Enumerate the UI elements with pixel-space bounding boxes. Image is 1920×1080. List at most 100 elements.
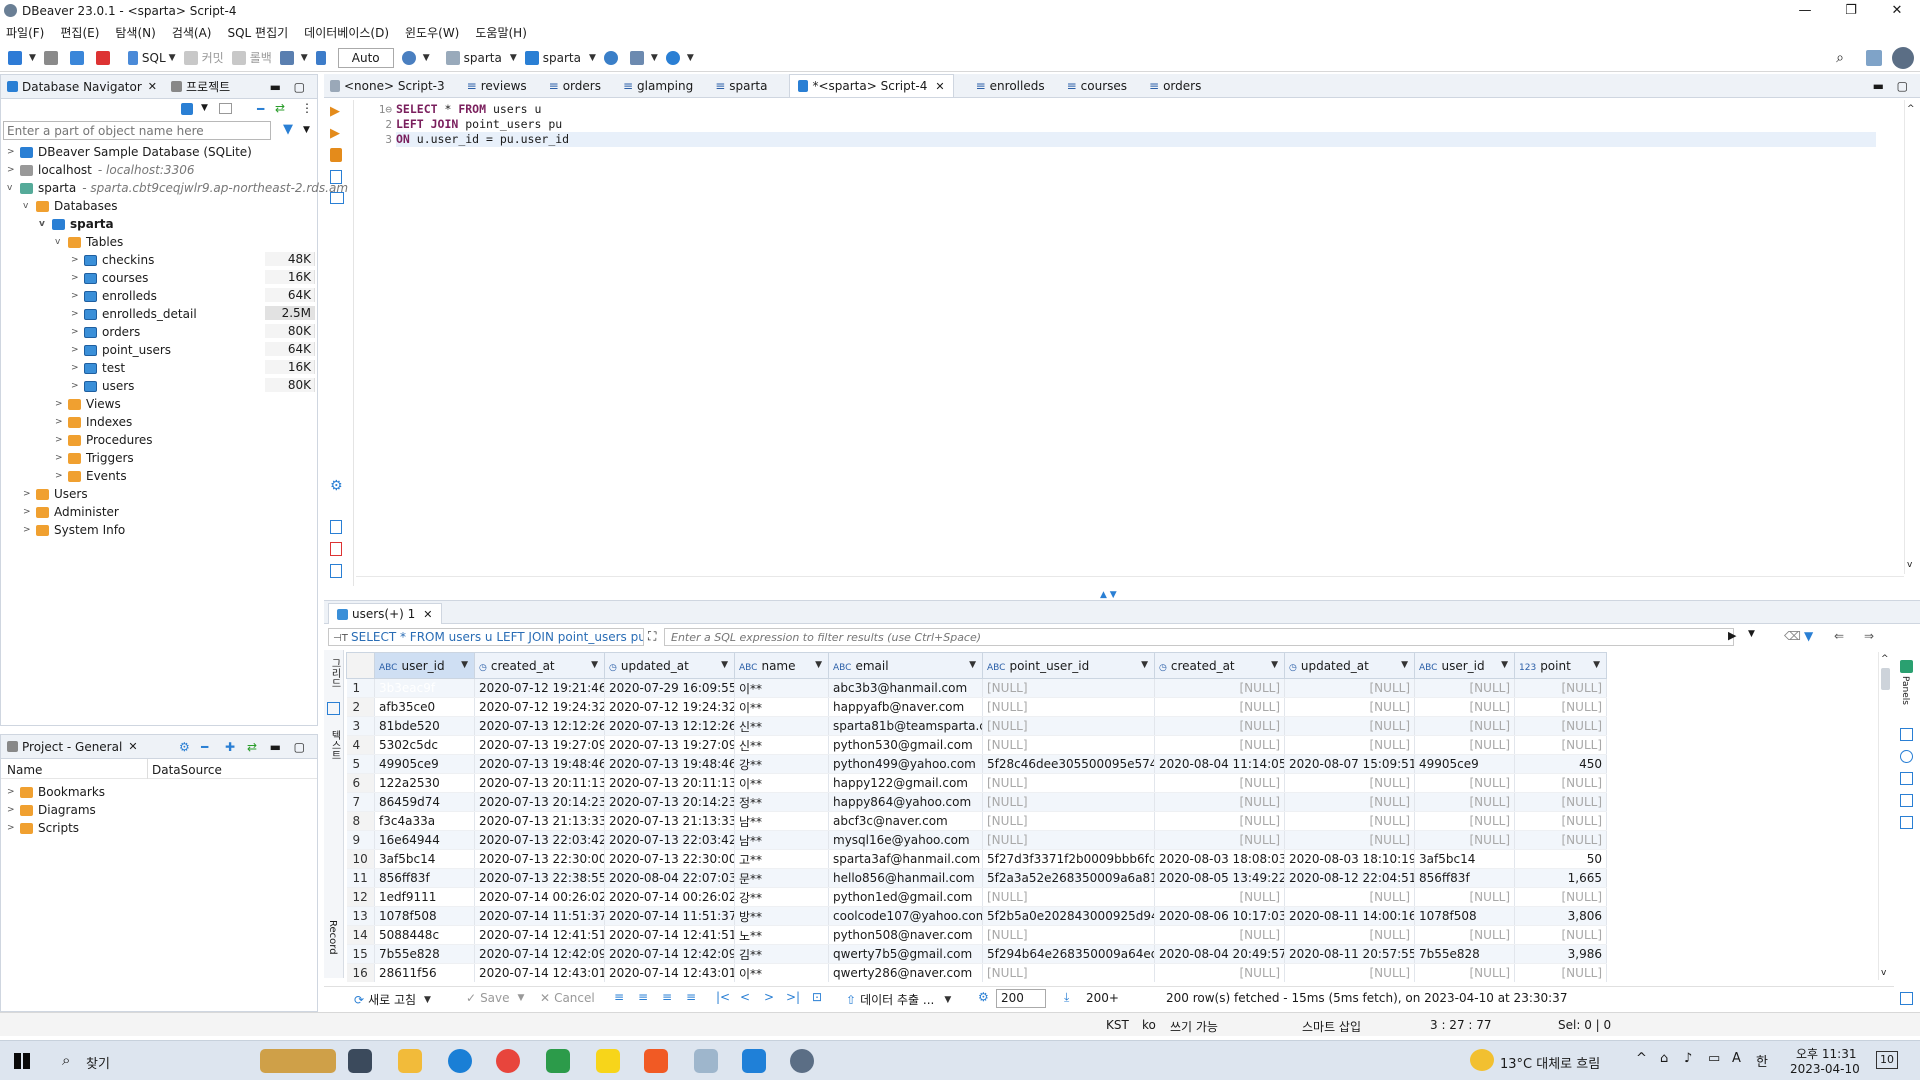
dashboard-button[interactable] bbox=[603, 50, 622, 65]
table-cell[interactable]: 1edf9111 bbox=[374, 887, 475, 907]
table-row[interactable]: 9 16e64944 2020-07-13 22:03:42 2020-07-13 2… bbox=[346, 830, 1607, 850]
tab-grid[interactable]: 그리드 bbox=[327, 658, 342, 688]
scroll-thumb[interactable] bbox=[1881, 668, 1890, 690]
table-cell[interactable]: 이** bbox=[734, 697, 829, 717]
table-cell[interactable]: qwerty286@naver.com bbox=[828, 963, 983, 982]
tab-orders-2[interactable]: ≡ orders bbox=[1149, 79, 1201, 93]
table-cell[interactable]: [NULL] bbox=[1514, 925, 1607, 945]
table-cell[interactable]: f3c4a33a bbox=[374, 811, 475, 831]
table-cell[interactable]: [NULL] bbox=[982, 735, 1155, 755]
folder-icon[interactable] bbox=[219, 103, 232, 114]
table-cell[interactable]: [NULL] bbox=[1284, 963, 1415, 982]
table-cell[interactable]: 50 bbox=[1514, 849, 1607, 869]
connect-button[interactable] bbox=[43, 50, 62, 65]
table-row[interactable]: 13 1078f508 2020-07-14 11:51:37 2020-07-14 … bbox=[346, 906, 1607, 926]
tab-project-general[interactable]: Project - General bbox=[22, 740, 122, 754]
tree-table-users[interactable]: > users bbox=[71, 377, 134, 395]
chevron-down-icon[interactable]: v bbox=[1907, 560, 1912, 570]
table-cell[interactable]: [NULL] bbox=[982, 716, 1155, 736]
tree-system-info[interactable]: > System Info bbox=[23, 521, 125, 539]
menu-window[interactable]: 윈도우(W) bbox=[405, 24, 459, 41]
table-cell[interactable]: 2020-07-13 20:14:23 bbox=[474, 792, 605, 812]
refresh-button[interactable]: ⟳ 새로 고침 ▼ bbox=[354, 991, 431, 1008]
table-cell[interactable]: 1078f508 bbox=[374, 906, 475, 926]
new-connection-button[interactable]: ▼ bbox=[8, 50, 36, 65]
menu-file[interactable]: 파일(F) bbox=[6, 24, 44, 41]
table-cell[interactable]: 2020-07-13 22:03:42 bbox=[604, 830, 735, 850]
table-cell[interactable]: 강** bbox=[734, 754, 829, 774]
edge-icon[interactable] bbox=[448, 1049, 472, 1073]
table-cell[interactable]: [NULL] bbox=[1414, 735, 1515, 755]
table-cell[interactable]: 2020-07-13 19:48:46 bbox=[474, 754, 605, 774]
view-menu-icon[interactable]: ⋮ bbox=[301, 101, 313, 115]
table-cell[interactable]: [NULL] bbox=[1514, 830, 1607, 850]
find-button[interactable]: ▼ bbox=[665, 50, 694, 65]
table-cell[interactable]: [NULL] bbox=[1154, 697, 1285, 717]
filter-icon[interactable]: ▼ bbox=[283, 122, 293, 137]
fetch-more-button[interactable]: 200+ bbox=[1086, 991, 1119, 1005]
expand-icon[interactable]: ⛶ bbox=[648, 629, 656, 644]
table-cell[interactable]: 2020-07-13 12:12:26 bbox=[604, 716, 735, 736]
add-row-icon[interactable]: ≡ bbox=[638, 990, 648, 1004]
vscode-icon[interactable] bbox=[742, 1049, 766, 1073]
brave-icon[interactable] bbox=[644, 1049, 668, 1073]
table-cell[interactable]: 5f2b5a0e202843000925d94d bbox=[982, 906, 1155, 926]
tab-reviews[interactable]: ≡ reviews bbox=[467, 79, 527, 93]
table-cell[interactable]: 2020-07-12 19:21:46 bbox=[474, 678, 605, 698]
table-cell[interactable]: [NULL] bbox=[1154, 963, 1285, 982]
table-cell[interactable]: 2020-08-07 15:09:51 bbox=[1284, 754, 1415, 774]
table-row[interactable]: 1 3b3eac9f 2020-07-12 19:21:46 2020-07-29 1… bbox=[346, 678, 1607, 698]
table-cell[interactable]: 문** bbox=[734, 868, 829, 888]
table-cell[interactable]: [NULL] bbox=[1514, 735, 1607, 755]
tree-table-checkins[interactable]: > checkins bbox=[71, 251, 154, 269]
table-cell[interactable]: 남** bbox=[734, 811, 829, 831]
edit-row-icon[interactable]: ≡ bbox=[614, 990, 624, 1004]
taskbar-search-label[interactable]: 찾기 bbox=[86, 1053, 110, 1072]
table-cell[interactable]: qwerty7b5@gmail.com bbox=[828, 944, 983, 964]
table-row[interactable]: 2 afb35ce0 2020-07-12 19:24:32 2020-07-12 1… bbox=[346, 697, 1607, 717]
tray-overflow-icon[interactable]: ^ bbox=[1636, 1051, 1647, 1066]
tree-events[interactable]: > Events bbox=[55, 467, 127, 485]
table-cell[interactable]: [NULL] bbox=[1154, 792, 1285, 812]
tree-table-enrolleds-detail[interactable]: > enrolleds_detail bbox=[71, 305, 197, 323]
table-cell[interactable]: [NULL] bbox=[1514, 773, 1607, 793]
table-cell[interactable]: happy864@yahoo.com bbox=[828, 792, 983, 812]
export-data-button[interactable]: ⇧ 데이터 추출 ... ▼ bbox=[846, 991, 951, 1008]
execute-new-tab-icon[interactable]: ▶ bbox=[330, 126, 340, 141]
table-cell[interactable]: 고** bbox=[734, 849, 829, 869]
tree-tables[interactable]: v Tables bbox=[55, 233, 123, 251]
chevron-down-icon[interactable]: ▼ bbox=[1593, 660, 1600, 670]
kakaotalk-icon[interactable] bbox=[596, 1049, 620, 1073]
grid-vscrollbar[interactable]: ^ v bbox=[1878, 652, 1892, 980]
maximize-panel-icon[interactable]: ▢ bbox=[294, 80, 305, 94]
value-panel-icon[interactable] bbox=[1900, 728, 1913, 741]
chevron-down-icon[interactable]: ▼ bbox=[1501, 660, 1508, 670]
editor-hscrollbar[interactable] bbox=[356, 576, 1904, 588]
tree-scripts[interactable]: > Scripts bbox=[7, 819, 79, 837]
sql-editor-button[interactable]: SQL ▼ bbox=[127, 50, 176, 65]
table-cell[interactable]: 2020-07-13 22:30:00 bbox=[474, 849, 605, 869]
table-cell[interactable]: [NULL] bbox=[1514, 697, 1607, 717]
perspective-icon[interactable] bbox=[1866, 50, 1882, 66]
table-cell[interactable]: 2020-07-13 19:27:09 bbox=[474, 735, 605, 755]
table-cell[interactable]: 856ff83f bbox=[1414, 868, 1515, 888]
table-cell[interactable]: 2020-08-11 14:00:16 bbox=[1284, 906, 1415, 926]
table-cell[interactable]: 856ff83f bbox=[374, 868, 475, 888]
table-cell[interactable]: 2020-07-14 00:26:02 bbox=[474, 887, 605, 907]
table-cell[interactable]: [NULL] bbox=[1154, 811, 1285, 831]
table-cell[interactable]: 2020-07-12 19:24:32 bbox=[474, 697, 605, 717]
table-cell[interactable]: 신** bbox=[734, 716, 829, 736]
eraser-icon[interactable]: ⌫ bbox=[1784, 629, 1801, 643]
commit-button[interactable]: 커밋 bbox=[183, 49, 224, 66]
table-cell[interactable]: [NULL] bbox=[1514, 811, 1607, 831]
notification-badge[interactable]: 10 bbox=[1876, 1051, 1898, 1069]
table-cell[interactable]: [NULL] bbox=[1154, 773, 1285, 793]
back-icon[interactable]: ⇐ bbox=[1834, 629, 1844, 643]
table-cell[interactable]: 16e64944 bbox=[374, 830, 475, 850]
dbeaver-perspective-icon[interactable] bbox=[1892, 47, 1914, 69]
explain-plan-icon[interactable] bbox=[330, 170, 342, 184]
volume-icon[interactable]: ♪ bbox=[1684, 1051, 1692, 1066]
chevron-down-icon[interactable]: ▼ bbox=[721, 660, 728, 670]
navigator-filter-input[interactable] bbox=[3, 121, 271, 140]
minimize-panel-icon[interactable]: ▬ bbox=[270, 80, 281, 94]
